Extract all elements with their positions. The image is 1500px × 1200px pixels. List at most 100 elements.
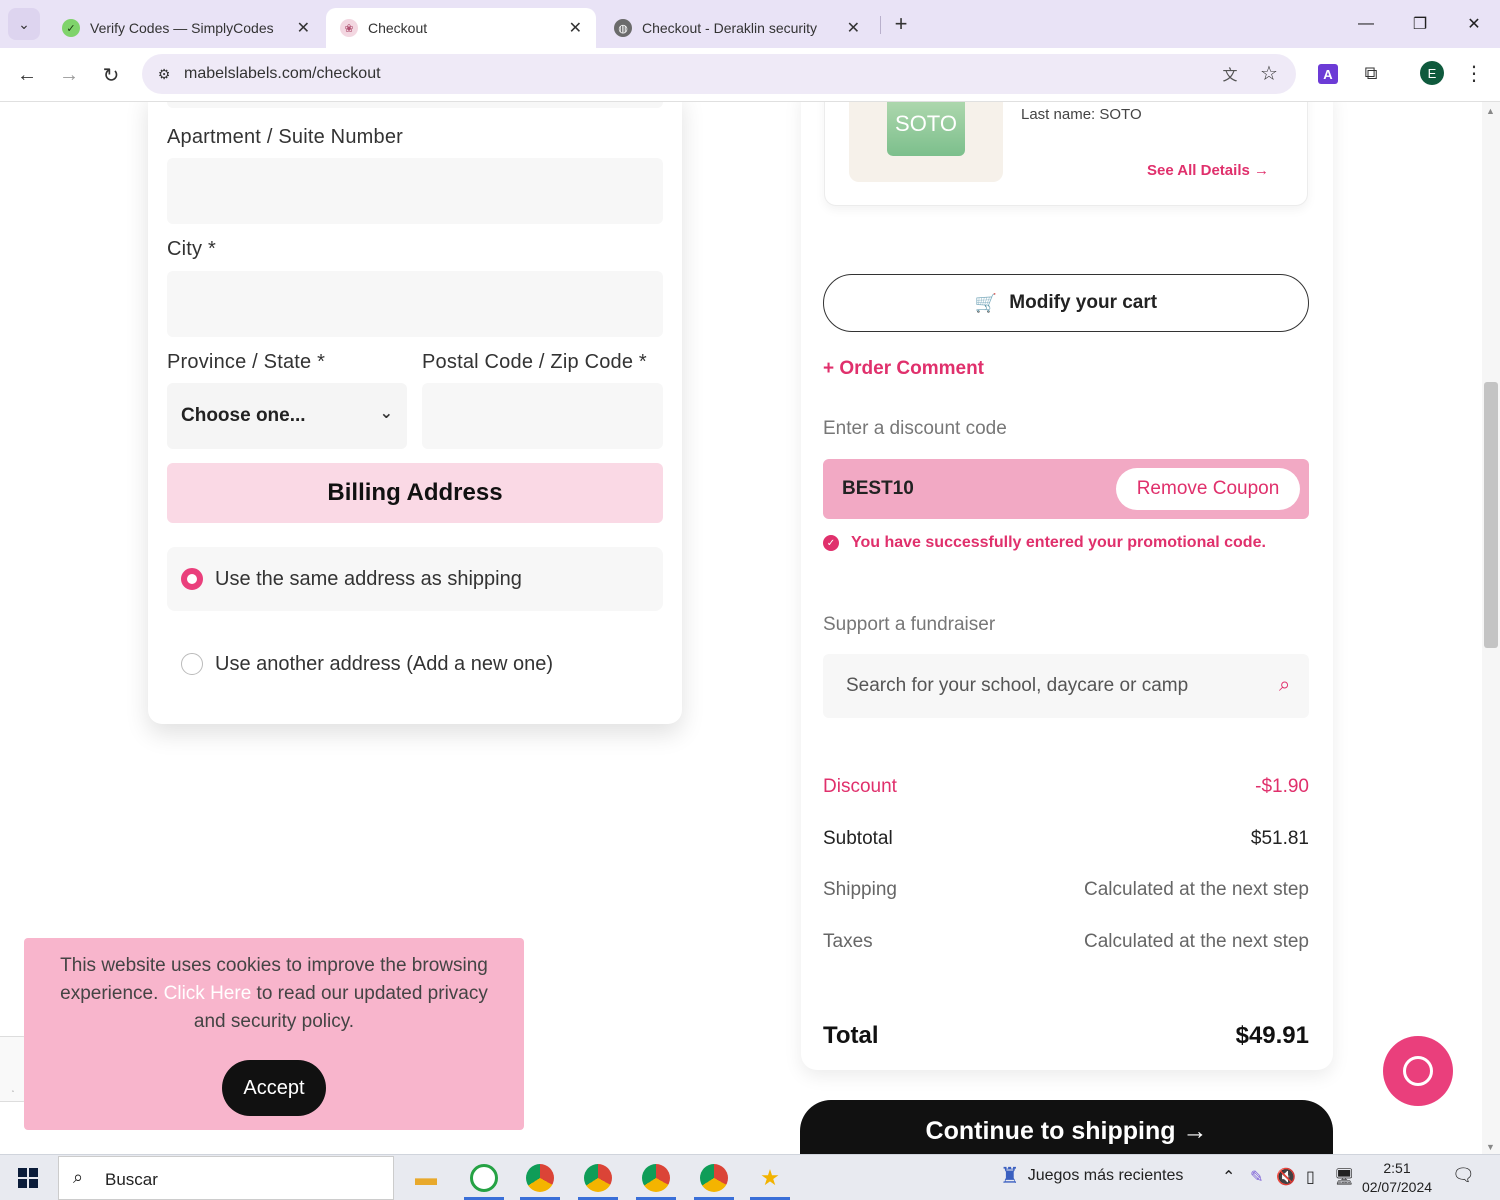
search-icon: ⌕ (73, 1167, 84, 1187)
tab-separator (880, 16, 881, 34)
modify-cart-button[interactable]: 🛒 Modify your cart (823, 274, 1309, 332)
arrow-left-icon: ← (17, 63, 37, 86)
cookie-policy-link[interactable]: Click Here (164, 983, 252, 1004)
chrome-profile-b-icon[interactable] (574, 1159, 622, 1200)
scrollbar-thumb[interactable] (1484, 382, 1498, 648)
continue-to-shipping-button[interactable]: Continue to shipping → (800, 1100, 1333, 1154)
restore-button[interactable]: ❐ (1400, 10, 1440, 38)
battery-icon[interactable]: ▯ (1306, 1167, 1315, 1187)
close-window-button[interactable]: ✕ (1454, 10, 1494, 38)
see-all-details-link[interactable]: See All Details → (1147, 162, 1269, 179)
chrome-profile-e-icon[interactable] (690, 1159, 738, 1200)
applied-coupon-bar: BEST10 Remove Coupon (823, 459, 1309, 519)
scroll-up-arrow-icon[interactable]: ▲ (1486, 106, 1495, 116)
address-bar[interactable]: ⚙ mabelslabels.com/checkout 文 ☆ (142, 54, 1296, 94)
fundraiser-search-input[interactable] (823, 654, 1263, 718)
tab-checkout-deraklin[interactable]: ◍ Checkout - Deraklin security ✕ (600, 8, 874, 48)
close-tab-icon[interactable]: ✕ (569, 18, 582, 38)
page-scrollbar[interactable]: ▲ ▼ (1482, 102, 1500, 1154)
cookie-accept-button[interactable]: Accept (222, 1060, 326, 1116)
address-form-card: Apartment / Suite Number City * Province… (148, 102, 682, 724)
summary-row-shipping: Shipping Calculated at the next step (823, 879, 1309, 901)
windows-taskbar: ⌕ Buscar ▬ ★ ♜ Juegos más recientes ⌃ ✎ … (0, 1154, 1500, 1200)
url-text[interactable]: mabelslabels.com/checkout (184, 65, 381, 83)
province-select[interactable]: Choose one... ⌄ (167, 383, 407, 449)
more-menu-icon[interactable]: ⋮ (1462, 60, 1486, 86)
order-summary-card (801, 102, 1333, 1070)
cookie-message: This website uses cookies to improve the… (54, 952, 494, 1036)
billing-option-label: Use the same address as shipping (215, 567, 522, 590)
modify-cart-label: Modify your cart (1009, 292, 1158, 313)
billing-new-address-option[interactable]: Use another address (Add a new one) (167, 632, 663, 696)
postal-code-input[interactable] (422, 383, 663, 449)
city-input[interactable] (167, 271, 663, 337)
summary-row-value: Calculated at the next step (1084, 931, 1309, 952)
tab-verify-codes[interactable]: ✓ Verify Codes — SimplyCodes ✕ (48, 8, 324, 48)
chevron-down-icon: ⌄ (18, 15, 30, 32)
recaptcha-logo-icon: ◔ (11, 1089, 15, 1095)
bookmark-star-icon[interactable]: ☆ (1256, 60, 1282, 86)
arrow-right-icon: → (59, 63, 79, 86)
tab-checkout[interactable]: ❀ Checkout ✕ (326, 8, 596, 48)
summary-row-label: Taxes (823, 931, 873, 952)
search-icon[interactable]: ⌕ (1279, 674, 1290, 697)
city-label: City * (167, 238, 216, 260)
file-explorer-icon[interactable]: ▬ (402, 1159, 450, 1197)
taskbar-search[interactable]: ⌕ Buscar (58, 1156, 394, 1200)
volume-muted-icon[interactable]: 🔇 (1276, 1167, 1296, 1187)
radio-selected[interactable] (181, 568, 203, 590)
toolbar: ← → ↻ ⚙ mabelslabels.com/checkout 文 ☆ A … (0, 48, 1500, 102)
system-clock[interactable]: 2:51 02/07/2024 (1360, 1159, 1434, 1197)
apartment-label: Apartment / Suite Number (167, 126, 404, 148)
product-card: SOTO Last name: SOTO See All Details → (824, 102, 1308, 206)
extensions-puzzle-icon[interactable]: ⧉ (1358, 60, 1384, 86)
new-tab-button[interactable]: + (888, 8, 914, 40)
reload-icon: ↻ (102, 64, 120, 87)
scroll-down-arrow-icon[interactable]: ▼ (1486, 1142, 1495, 1152)
simplycodes-icon: ✓ (62, 19, 80, 37)
notifications-icon[interactable]: 🗨 (1452, 1165, 1475, 1186)
success-text: You have successfully entered your promo… (851, 534, 1266, 551)
remove-coupon-button[interactable]: Remove Coupon (1116, 468, 1300, 510)
show-hidden-icons-icon[interactable]: ⌃ (1222, 1167, 1235, 1187)
forward-button[interactable]: → (54, 60, 84, 90)
star-app-icon[interactable]: ★ (746, 1159, 794, 1200)
billing-same-as-shipping-option[interactable]: Use the same address as shipping (167, 547, 663, 611)
reload-button[interactable]: ↻ (96, 60, 126, 90)
extension-a-icon[interactable]: A (1318, 64, 1338, 84)
discount-code-label: Enter a discount code (823, 418, 1007, 439)
site-info-icon[interactable]: ⚙ (150, 60, 178, 88)
minimize-button[interactable]: — (1346, 10, 1386, 38)
recent-games-widget[interactable]: ♜ Juegos más recientes (1000, 1163, 1183, 1189)
recaptcha-badge[interactable]: ◔ (0, 1036, 26, 1102)
apartment-input[interactable] (167, 158, 663, 224)
whatsapp-icon[interactable] (460, 1159, 508, 1200)
network-icon[interactable]: 🖥 (1334, 1167, 1354, 1187)
product-thumbnail: SOTO (849, 102, 1003, 182)
summary-row-taxes: Taxes Calculated at the next step (823, 931, 1309, 953)
profile-avatar[interactable]: E (1420, 61, 1444, 85)
billing-option-label: Use another address (Add a new one) (215, 652, 553, 675)
order-comment-link[interactable]: + Order Comment (823, 358, 984, 380)
summary-row-subtotal: Subtotal $51.81 (823, 828, 1309, 850)
previous-input-field[interactable] (167, 102, 663, 108)
fundraiser-label: Support a fundraiser (823, 614, 996, 635)
translate-icon[interactable]: 文 (1218, 62, 1242, 86)
chat-widget-button[interactable] (1383, 1036, 1453, 1106)
close-tab-icon[interactable]: ✕ (297, 18, 310, 38)
radio-unselected[interactable] (181, 653, 203, 675)
chrome-profile-c-icon[interactable] (632, 1159, 680, 1200)
tab-title: Verify Codes — SimplyCodes (90, 20, 274, 36)
tab-title: Checkout (368, 20, 428, 36)
back-button[interactable]: ← (12, 60, 42, 90)
pen-icon[interactable]: ✎ (1250, 1167, 1263, 1187)
recent-games-label: Juegos más recientes (1027, 1167, 1184, 1184)
tab-strip: ⌄ ✓ Verify Codes — SimplyCodes ✕ ❀ Check… (0, 0, 1500, 48)
fundraiser-search-box: ⌕ (823, 654, 1309, 718)
close-tab-icon[interactable]: ✕ (847, 18, 860, 38)
windows-start-icon[interactable] (18, 1168, 38, 1188)
coupon-code: BEST10 (842, 478, 914, 499)
tab-search-button[interactable]: ⌄ (8, 8, 40, 40)
chrome-profile-m-icon[interactable] (516, 1159, 564, 1200)
total-value: $49.91 (1235, 1022, 1309, 1049)
